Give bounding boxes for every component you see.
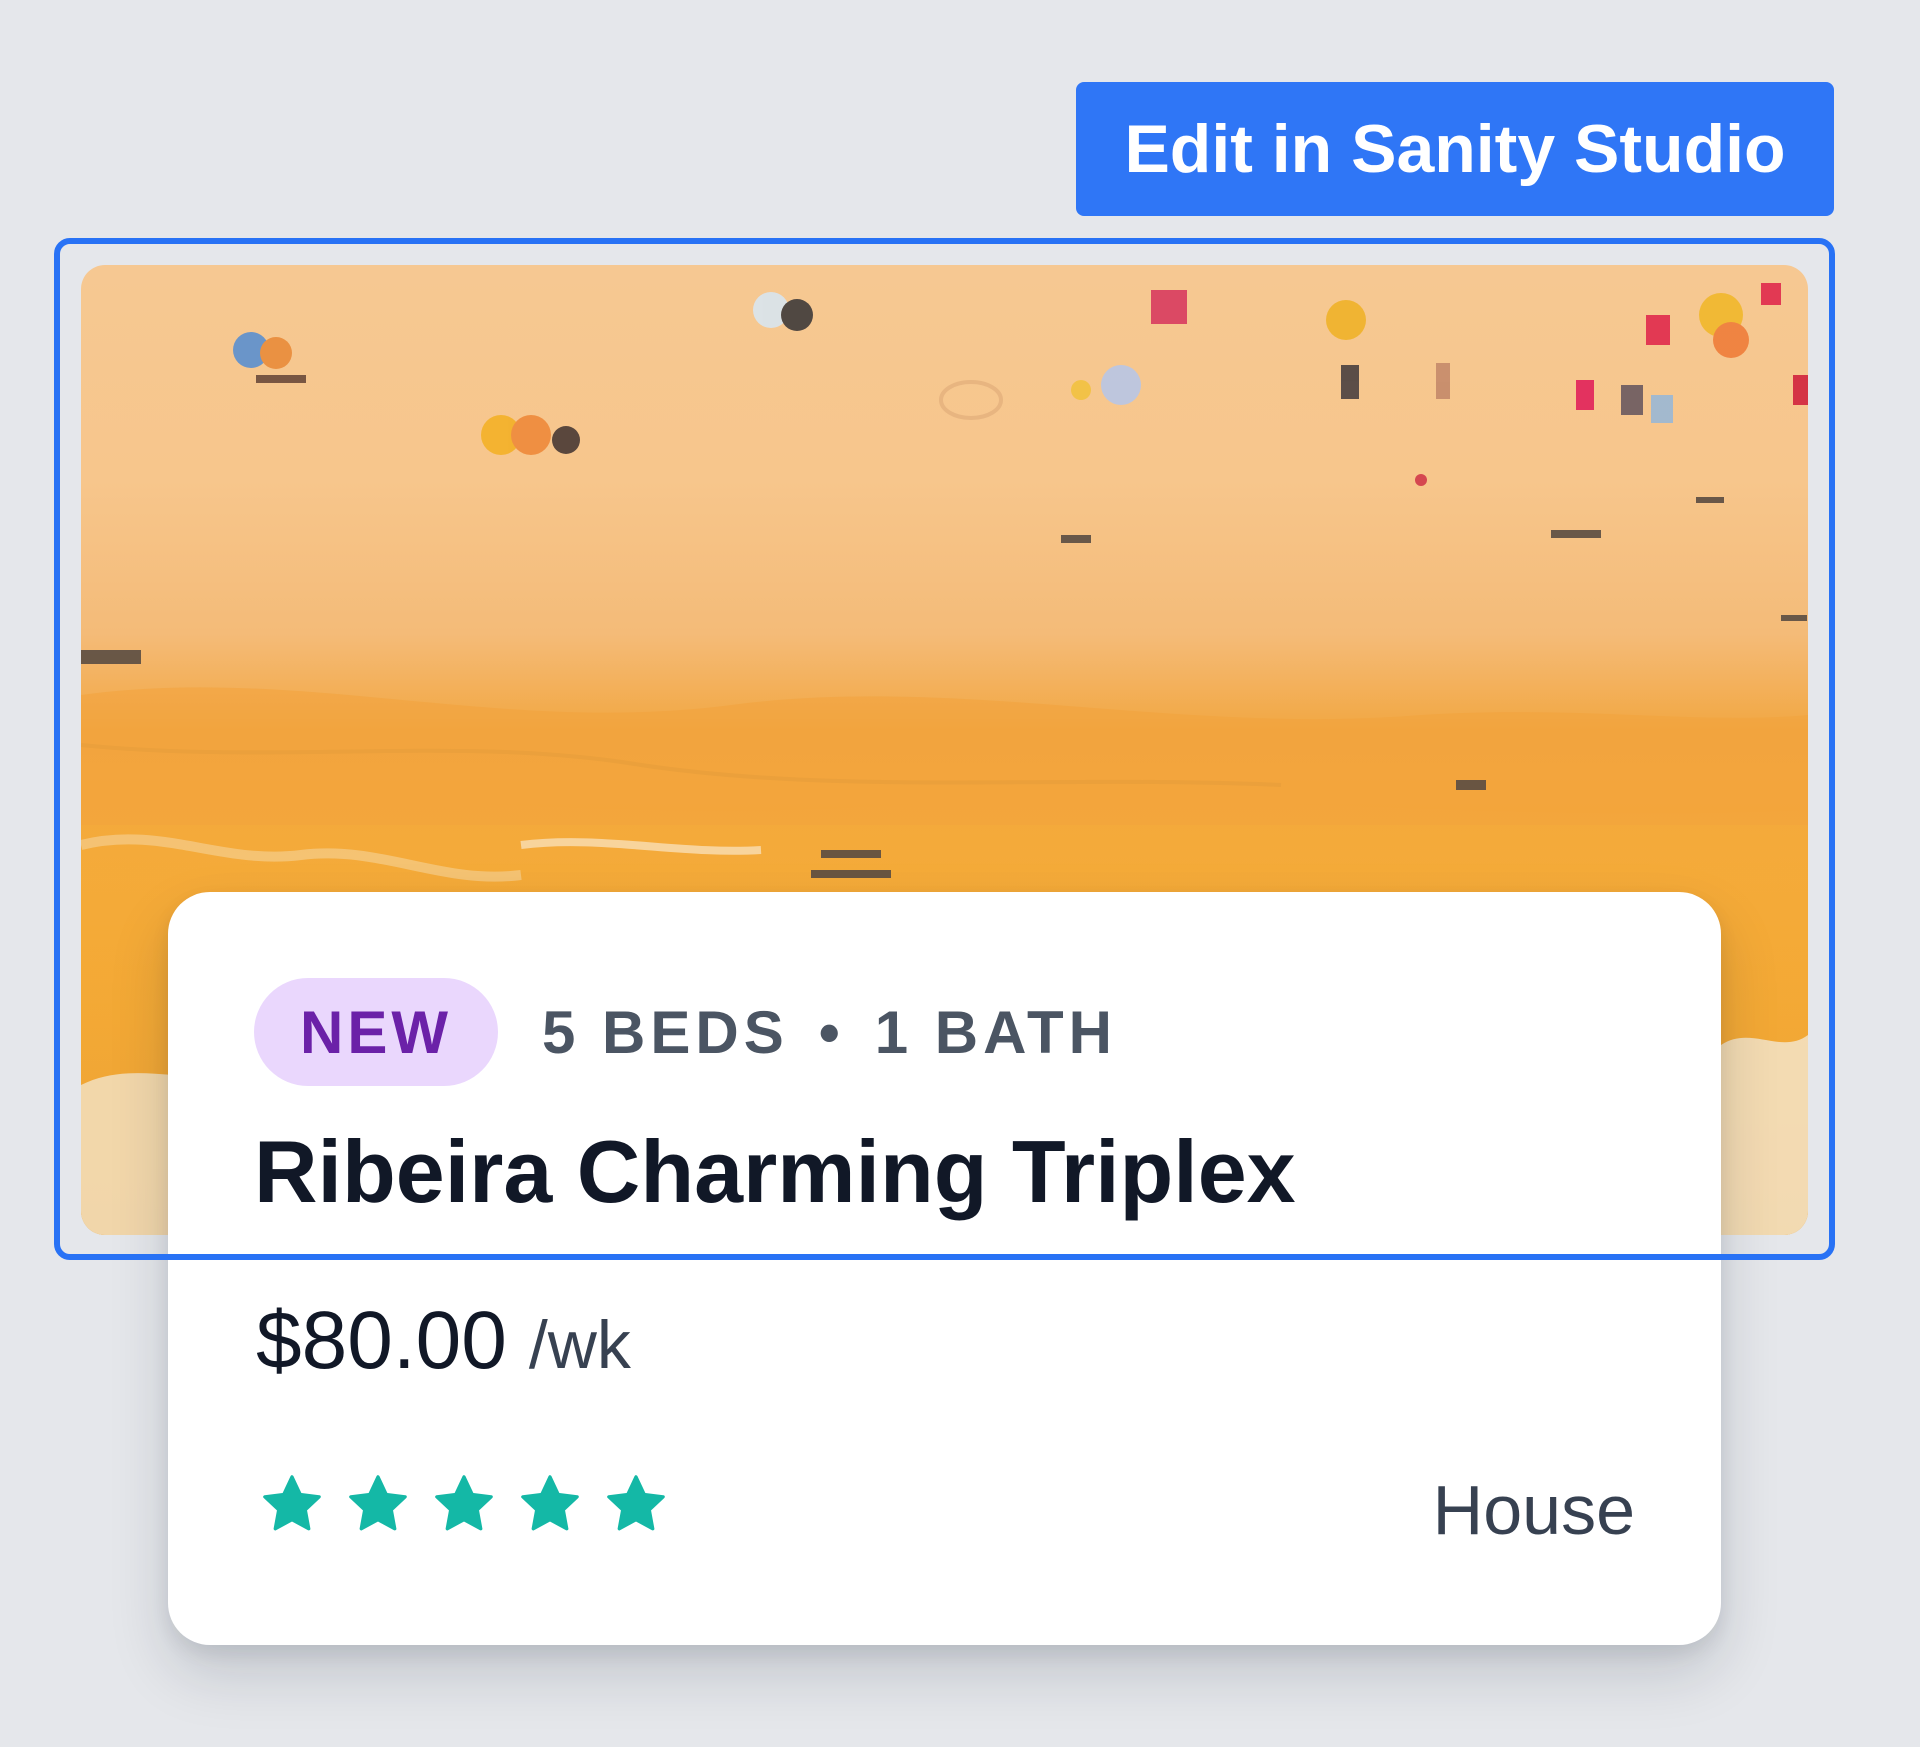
star-icon — [432, 1472, 496, 1536]
new-badge: NEW — [254, 978, 498, 1086]
property-type: House — [1432, 1471, 1635, 1549]
edit-in-sanity-studio-button[interactable]: Edit in Sanity Studio — [1076, 82, 1834, 216]
badge-row: NEW 5 BEDS • 1 BATH — [254, 978, 1117, 1086]
star-icon — [518, 1472, 582, 1536]
beds-baths-info: 5 BEDS • 1 BATH — [542, 998, 1117, 1067]
rating-stars — [260, 1472, 668, 1536]
price-unit: /wk — [528, 1307, 631, 1383]
price-value: $80.00 — [256, 1295, 507, 1386]
star-icon — [260, 1472, 324, 1536]
star-icon — [346, 1472, 410, 1536]
property-title[interactable]: Ribeira Charming Triplex — [254, 1123, 1296, 1221]
price-row: $80.00 /wk — [256, 1294, 631, 1388]
separator-dot: • — [818, 998, 845, 1066]
listing-card[interactable]: NEW 5 BEDS • 1 BATH Ribeira Charming Tri… — [168, 892, 1721, 1645]
beds-count: 5 BEDS — [541, 998, 789, 1066]
star-icon — [604, 1472, 668, 1536]
baths-count: 1 BATH — [874, 998, 1117, 1066]
